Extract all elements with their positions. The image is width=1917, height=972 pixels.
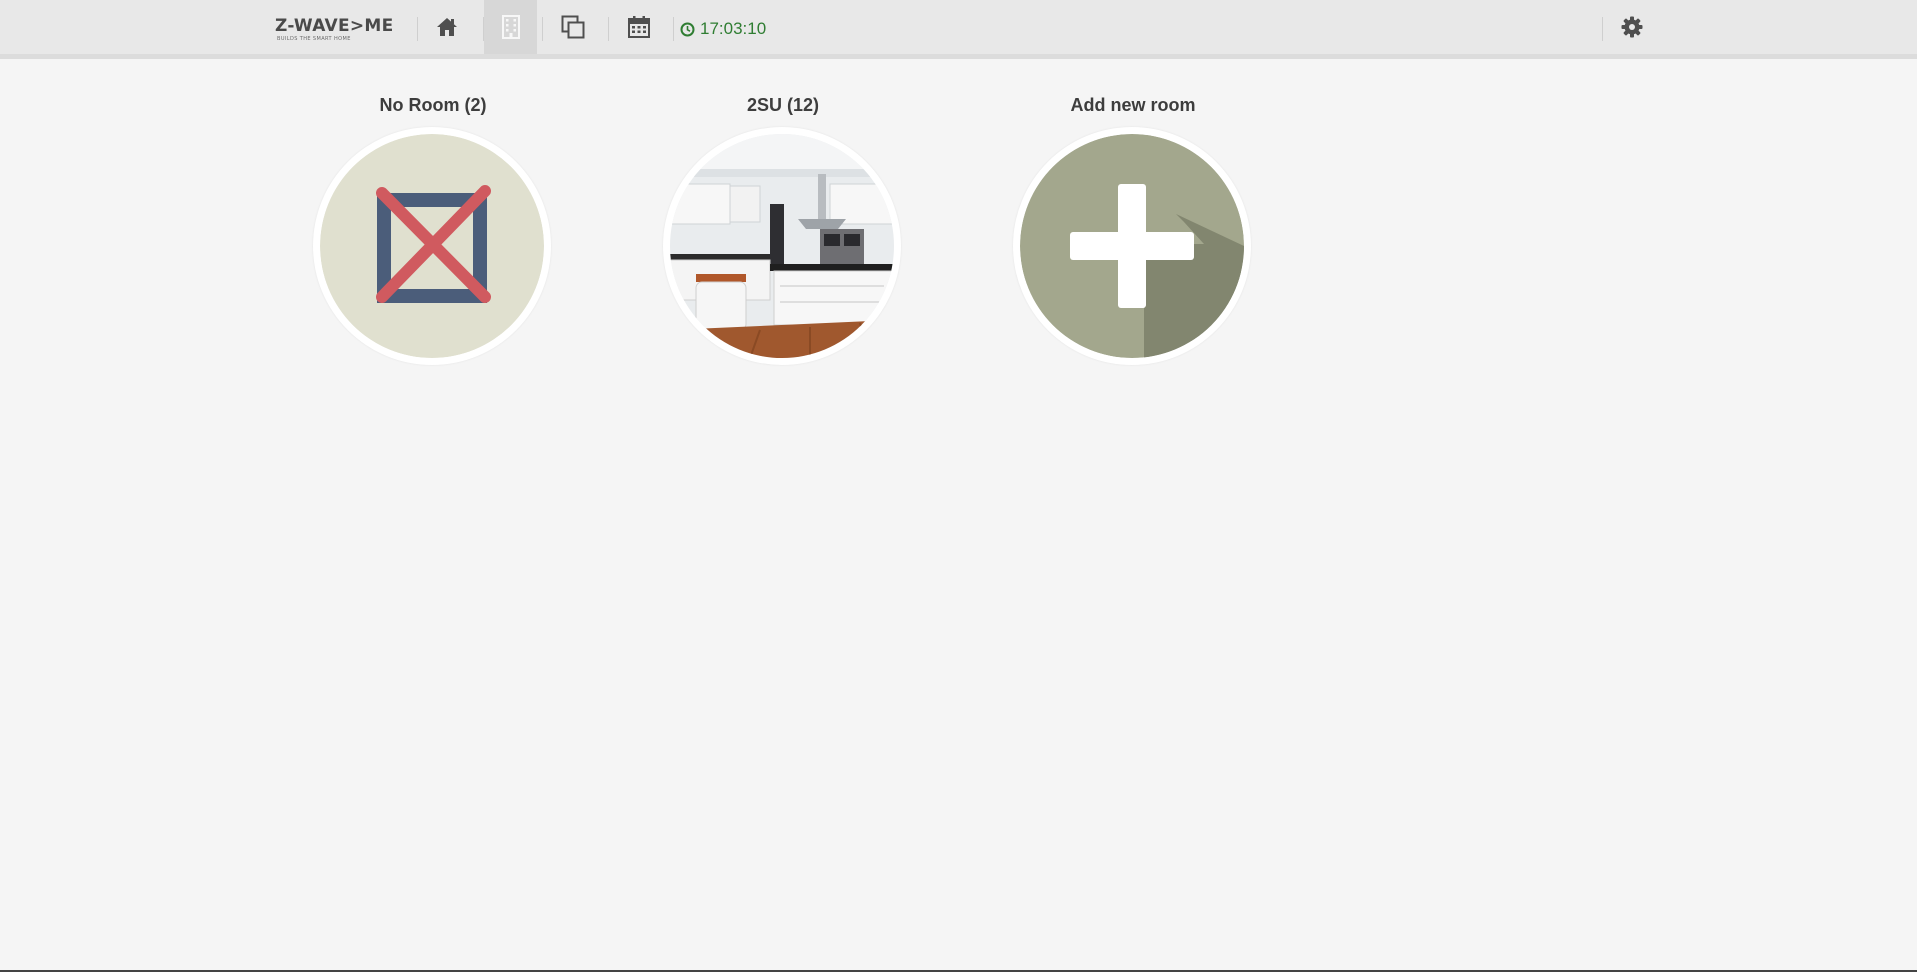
brand-tagline: BUILDS THE SMART HOME — [277, 36, 351, 42]
nav-divider — [1602, 17, 1603, 41]
room-card-add-new[interactable]: Add new room — [1013, 92, 1253, 365]
nav-elements-button[interactable] — [555, 0, 591, 54]
clock-display: 17:03:10 — [680, 19, 766, 39]
clock-time: 17:03:10 — [700, 19, 767, 38]
clock-icon — [680, 22, 695, 36]
settings-button[interactable] — [1615, 0, 1649, 54]
room-card-no-room[interactable]: No Room (2) — [313, 92, 553, 365]
room-image-frame[interactable] — [313, 127, 551, 365]
nav-divider — [673, 17, 674, 41]
room-card-2su[interactable]: 2SU (12) — [663, 92, 903, 365]
nav-divider — [417, 17, 418, 41]
nav-divider — [542, 17, 543, 41]
nav-home-button[interactable] — [430, 0, 464, 54]
nav-events-button[interactable] — [621, 0, 657, 54]
room-title: Add new room — [1070, 95, 1196, 115]
plus-icon — [1020, 134, 1244, 358]
copy-icon — [561, 15, 585, 39]
room-title: 2SU (12) — [746, 95, 820, 115]
nav-divider — [608, 17, 609, 41]
brand-name: Z-WAVE>ME — [275, 16, 394, 36]
add-room-button[interactable] — [1013, 127, 1251, 365]
kitchen-photo — [670, 134, 894, 358]
gear-icon — [1621, 16, 1643, 38]
top-navbar: Z-WAVE>ME BUILDS THE SMART HOME 17:03:10 — [0, 0, 1917, 59]
no-room-icon — [320, 134, 544, 358]
home-icon — [437, 18, 457, 36]
room-image-frame[interactable] — [663, 127, 901, 365]
brand-logo[interactable]: Z-WAVE>ME BUILDS THE SMART HOME — [275, 16, 397, 44]
room-title: No Room (2) — [379, 95, 487, 115]
calendar-icon — [628, 16, 650, 38]
building-icon — [501, 15, 520, 39]
nav-rooms-button[interactable] — [484, 0, 537, 54]
